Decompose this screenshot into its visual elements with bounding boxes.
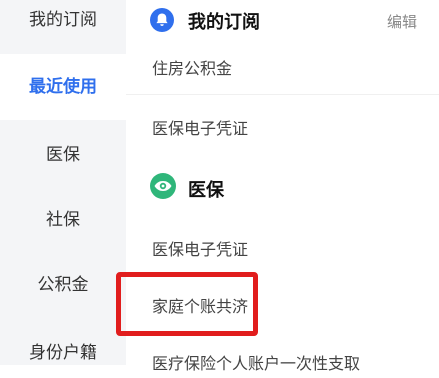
list-item-family-account-sharing[interactable]: 家庭个账共济 — [152, 293, 248, 317]
sidebar-item-recent[interactable]: 最近使用 — [0, 54, 126, 120]
sidebar-item-medical-insurance[interactable]: 医保 — [0, 130, 126, 180]
list-item-housing-fund[interactable]: 住房公积金 — [152, 55, 232, 79]
eye-shield-icon — [150, 173, 176, 199]
list-item-one-time-withdrawal[interactable]: 医疗保险个人账户一次性支取 — [152, 350, 360, 374]
medical-title: 医保 — [188, 180, 224, 201]
bell-icon — [150, 8, 174, 32]
subscription-header: 我的订阅 编辑 — [126, 0, 439, 40]
sidebar: 我的订阅 最近使用 医保 社保 公积金 身份户籍 — [0, 0, 126, 365]
divider — [126, 94, 439, 95]
sidebar-item-my-subscription[interactable]: 我的订阅 — [0, 0, 126, 44]
sidebar-item-social-security[interactable]: 社保 — [0, 195, 126, 245]
edit-button[interactable]: 编辑 — [387, 11, 417, 32]
sidebar-item-housing-fund[interactable]: 公积金 — [0, 260, 126, 310]
sidebar-item-identity-household[interactable]: 身份户籍 — [0, 328, 126, 378]
list-item-medical-e-certificate[interactable]: 医保电子凭证 — [152, 236, 248, 260]
medical-header: 医保 — [126, 168, 439, 208]
main-panel: 我的订阅 编辑 住房公积金 医保电子凭证 医保 医保电子凭证 家庭个账共济 医疗… — [126, 0, 439, 373]
list-item-medical-e-certificate[interactable]: 医保电子凭证 — [152, 115, 248, 139]
subscription-title: 我的订阅 — [188, 12, 260, 33]
